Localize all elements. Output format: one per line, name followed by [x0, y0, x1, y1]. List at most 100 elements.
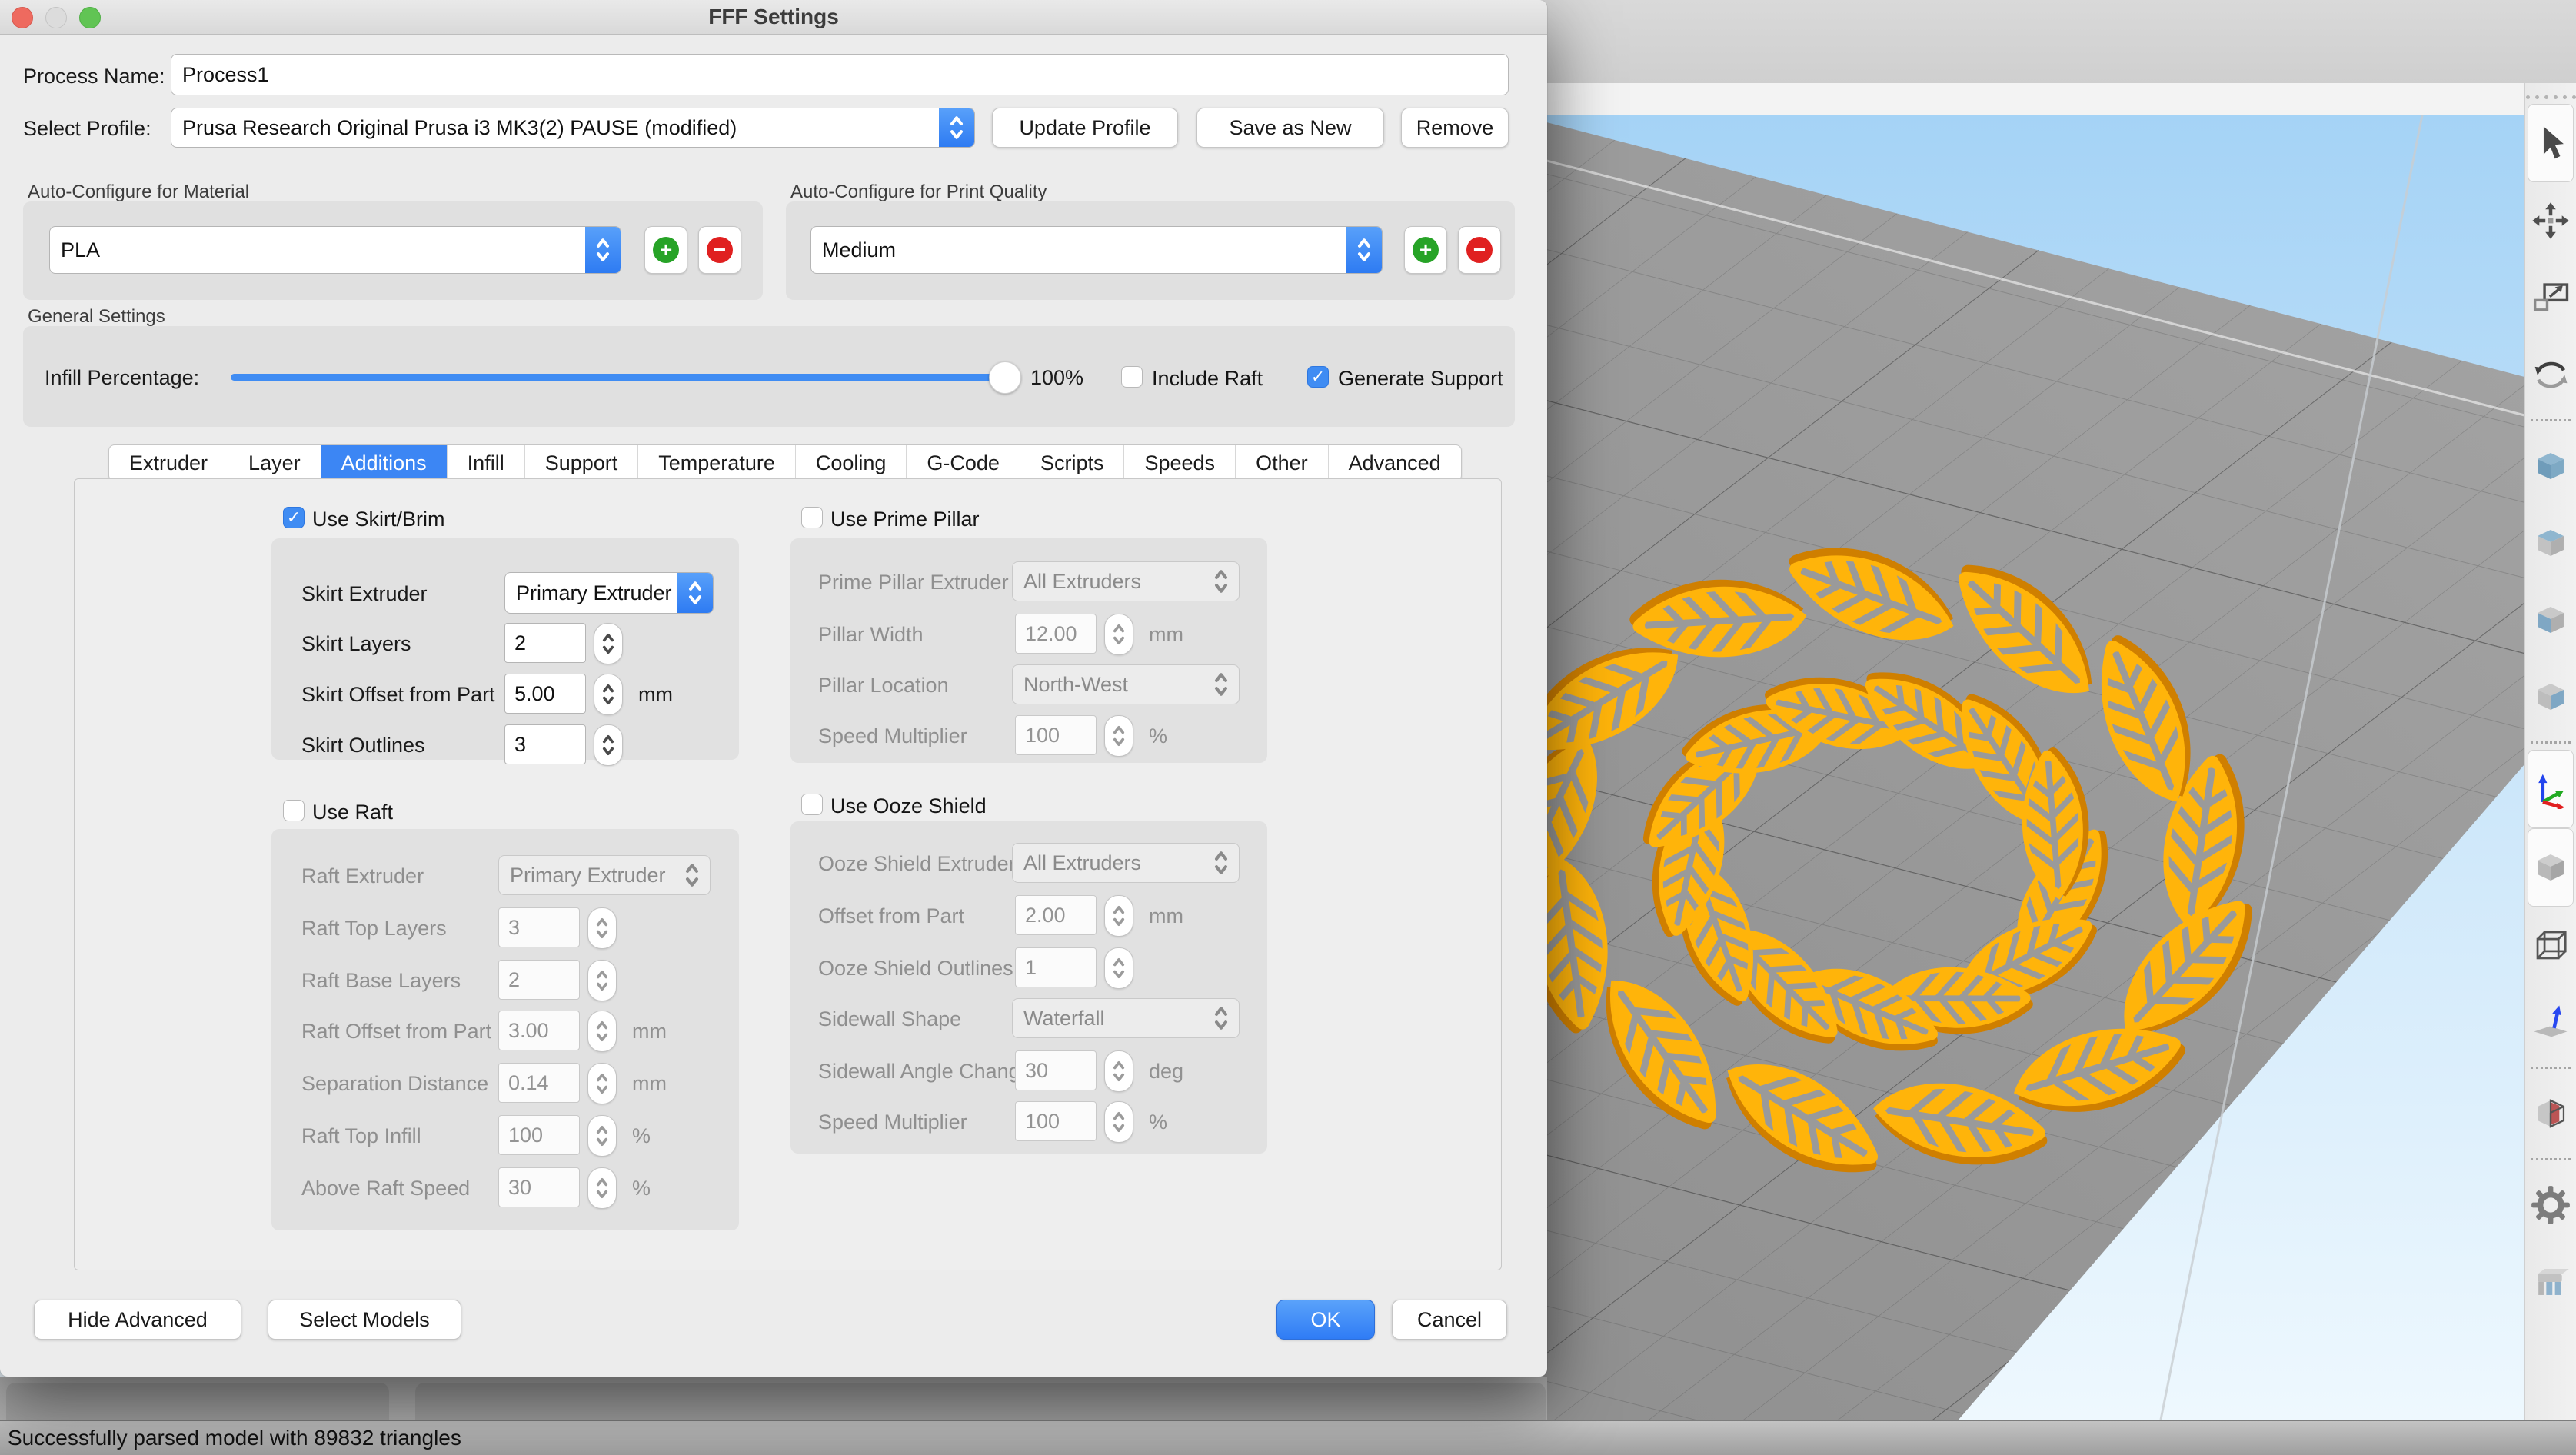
chevron-updown-icon [585, 227, 621, 273]
tab-advanced[interactable]: Advanced [1329, 445, 1461, 481]
tab-support[interactable]: Support [525, 445, 639, 481]
process-name-input[interactable]: Process1 [171, 54, 1509, 95]
move-tool-button[interactable] [2528, 182, 2573, 259]
infill-slider-handle[interactable] [989, 361, 1021, 394]
raft-offset-stepper [587, 1011, 617, 1052]
use-raft-checkbox[interactable] [283, 800, 305, 821]
tab-layer[interactable]: Layer [228, 445, 321, 481]
support-structures-button[interactable] [2528, 1244, 2573, 1320]
cursor-tool-button[interactable] [2528, 104, 2574, 182]
add-quality-button[interactable]: + [1404, 226, 1447, 274]
raft-extruder-label: Raft Extruder [301, 864, 424, 888]
ooze-outlines-stepper [1104, 947, 1133, 989]
hide-advanced-button[interactable]: Hide Advanced [34, 1300, 241, 1340]
select-profile-label: Select Profile: [23, 117, 151, 141]
pillar-width-stepper [1104, 614, 1133, 655]
fff-settings-dialog: FFF Settings Process Name: Process1 Sele… [0, 0, 1547, 1377]
save-as-new-button[interactable]: Save as New [1196, 108, 1384, 148]
cancel-button[interactable]: Cancel [1392, 1300, 1507, 1340]
tab-gcode[interactable]: G-Code [907, 445, 1020, 481]
include-raft-checkbox[interactable] [1121, 366, 1143, 388]
toolbar-drag-handle[interactable] [2526, 95, 2576, 99]
select-models-button[interactable]: Select Models [268, 1300, 461, 1340]
skirt-extruder-select[interactable]: Primary Extruder [504, 572, 714, 614]
ooze-shield-extruder-label: Ooze Shield Extruder [818, 852, 1016, 876]
ooze-offset-label: Offset from Part [818, 904, 964, 928]
generate-support-label: Generate Support [1338, 367, 1503, 391]
use-skirt-brim-label: Use Skirt/Brim [312, 508, 445, 531]
skirt-outlines-stepper[interactable] [594, 724, 623, 766]
use-prime-pillar-label: Use Prime Pillar [830, 508, 980, 531]
quality-select[interactable]: Medium [810, 226, 1383, 274]
move-icon [2531, 201, 2571, 241]
tab-extruder[interactable]: Extruder [109, 445, 228, 481]
raft-top-infill-stepper [587, 1115, 617, 1157]
tab-scripts[interactable]: Scripts [1020, 445, 1125, 481]
wireframe-render-button[interactable] [2528, 907, 2573, 984]
prime-pillar-extruder-select: All Extruders [1012, 561, 1240, 601]
use-prime-pillar-checkbox[interactable] [801, 507, 823, 528]
pillar-location-select: North-West [1012, 664, 1240, 704]
view-cube-top-button[interactable] [2528, 428, 2573, 504]
settings-button[interactable] [2528, 1167, 2573, 1244]
above-raft-speed-label: Above Raft Speed [301, 1177, 470, 1200]
add-material-button[interactable]: + [644, 226, 687, 274]
tab-speeds[interactable]: Speeds [1124, 445, 1236, 481]
skirt-layers-input[interactable]: 2 [504, 623, 586, 663]
remove-profile-button[interactable]: Remove [1401, 108, 1509, 148]
ok-button[interactable]: OK [1276, 1300, 1375, 1340]
tab-cooling[interactable]: Cooling [796, 445, 907, 481]
skirt-layers-stepper[interactable] [594, 623, 623, 664]
generate-support-checkbox[interactable]: ✓ [1307, 366, 1329, 388]
update-profile-button[interactable]: Update Profile [992, 108, 1178, 148]
tab-temperature[interactable]: Temperature [638, 445, 796, 481]
prime-speed-multiplier-stepper [1104, 715, 1133, 757]
chevron-updown-icon [674, 856, 710, 894]
dialog-titlebar[interactable]: FFF Settings [0, 0, 1547, 35]
infill-percentage-label: Infill Percentage: [45, 366, 199, 390]
view-cube-front-button[interactable] [2528, 504, 2573, 581]
use-skirt-brim-checkbox[interactable]: ✓ [283, 507, 305, 528]
chevron-updown-icon [1203, 844, 1239, 882]
cross-section-button[interactable] [2528, 1075, 2573, 1152]
skirt-offset-label: Skirt Offset from Part [301, 683, 495, 707]
settings-tabbar: Extruder Layer Additions Infill Support … [108, 444, 1462, 481]
separation-distance-stepper [587, 1063, 617, 1104]
material-select[interactable]: PLA [49, 226, 621, 274]
auto-quality-section-label: Auto-Configure for Print Quality [790, 181, 1047, 203]
support-structures-icon [2531, 1262, 2571, 1302]
ooze-outlines-label: Ooze Shield Outlines [818, 957, 1013, 981]
rotate-tool-button[interactable] [2528, 336, 2573, 413]
viewport-toolbar [2524, 83, 2576, 1421]
ooze-speed-multiplier-unit: % [1149, 1110, 1167, 1134]
prime-speed-multiplier-unit: % [1149, 724, 1167, 748]
skirt-layers-label: Skirt Layers [301, 632, 411, 656]
view-cube-left-button[interactable] [2528, 581, 2573, 658]
sidewall-angle-input: 30 [1015, 1050, 1097, 1090]
skirt-outlines-input[interactable]: 3 [504, 724, 586, 764]
remove-quality-button[interactable]: − [1458, 226, 1501, 274]
tab-infill[interactable]: Infill [448, 445, 525, 481]
view-cube-right-button[interactable] [2528, 658, 2573, 735]
infill-slider[interactable] [231, 374, 1007, 381]
scale-tool-button[interactable] [2528, 259, 2573, 336]
tab-other[interactable]: Other [1236, 445, 1329, 481]
skirt-offset-stepper[interactable] [594, 674, 623, 715]
raft-top-layers-stepper [587, 907, 617, 949]
remove-material-button[interactable]: − [698, 226, 741, 274]
raft-offset-input: 3.00 [498, 1011, 580, 1050]
raft-top-infill-unit: % [632, 1124, 651, 1148]
toolbar-separator [2531, 419, 2571, 421]
tab-additions[interactable]: Additions [321, 445, 448, 481]
cursor-icon [2531, 123, 2571, 163]
general-settings-section-label: General Settings [28, 306, 165, 328]
skirt-offset-input[interactable]: 5.00 [504, 674, 586, 714]
raft-base-layers-input: 2 [498, 960, 580, 1000]
solid-render-button[interactable] [2528, 828, 2574, 907]
use-ooze-shield-checkbox[interactable] [801, 794, 823, 815]
plus-icon: + [653, 237, 679, 263]
axes-view-button[interactable] [2528, 750, 2574, 828]
profile-select[interactable]: Prusa Research Original Prusa i3 MK3(2) … [171, 108, 975, 148]
surface-normal-button[interactable] [2528, 984, 2573, 1060]
ooze-offset-stepper [1104, 895, 1133, 937]
